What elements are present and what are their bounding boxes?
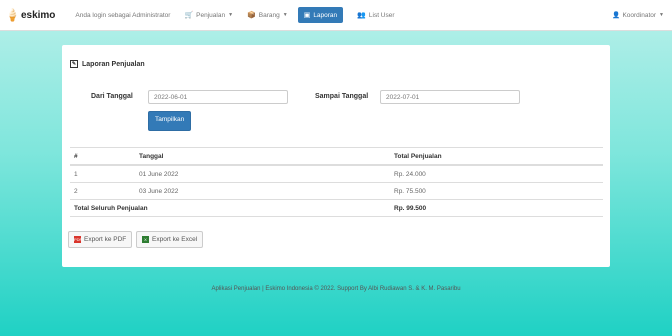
report-panel: ✎ Laporan Penjualan Dari Tanggal Sampai … bbox=[62, 45, 610, 267]
user-name: Koordinator bbox=[622, 11, 657, 19]
navbar: 🍦 eskimo Anda login sebagai Administrato… bbox=[0, 0, 672, 31]
menu-list-user-label: List User bbox=[368, 11, 395, 19]
col-number: # bbox=[70, 147, 135, 166]
menu-penjualan-label: Penjualan bbox=[196, 11, 226, 19]
from-date-label: Dari Tanggal bbox=[91, 93, 133, 100]
users-icon: 👥 bbox=[357, 12, 366, 19]
user-menu[interactable]: 👤 Koordinator ▼ bbox=[612, 11, 664, 20]
chevron-down-icon: ▼ bbox=[228, 12, 234, 18]
menu-laporan[interactable]: ▣ Laporan bbox=[297, 7, 344, 23]
chevron-down-icon: ▼ bbox=[659, 12, 664, 18]
footer-text: Aplikasi Penjualan | Eskimo Indonesia © … bbox=[211, 286, 461, 292]
total-value: Rp. 99.500 bbox=[390, 199, 603, 217]
brand-name: eskimo bbox=[20, 9, 56, 21]
sales-table: # Tanggal Total Penjualan 1 01 June 2022… bbox=[70, 147, 603, 217]
table-row: 2 03 June 2022 Rp. 75.500 bbox=[70, 182, 603, 200]
chevron-down-icon: ▼ bbox=[282, 12, 288, 18]
login-info: Anda login sebagai Administrator bbox=[75, 11, 171, 19]
panel-title: ✎ Laporan Penjualan bbox=[70, 60, 145, 68]
show-button[interactable]: Tampilkan bbox=[148, 111, 192, 131]
report-icon: ✎ bbox=[70, 60, 78, 68]
excel-icon: X bbox=[142, 236, 149, 243]
menu-laporan-label: Laporan bbox=[313, 11, 338, 19]
menu-barang[interactable]: 📦 Barang ▼ bbox=[247, 11, 288, 20]
eskimo-logo-icon: 🍦 bbox=[5, 8, 20, 22]
box-icon: 📦 bbox=[247, 12, 256, 19]
export-pdf-label: Export ke PDF bbox=[84, 236, 127, 243]
from-date-input[interactable] bbox=[148, 90, 288, 104]
user-icon: 👤 bbox=[612, 12, 621, 19]
row-number: 1 bbox=[70, 164, 135, 183]
panel-title-text: Laporan Penjualan bbox=[82, 60, 145, 68]
row-total: Rp. 24.000 bbox=[390, 164, 603, 183]
row-number: 2 bbox=[70, 182, 135, 200]
row-date: 01 June 2022 bbox=[135, 164, 390, 183]
to-date-input[interactable] bbox=[380, 90, 520, 104]
total-label: Total Seluruh Penjualan bbox=[70, 199, 390, 217]
total-row: Total Seluruh Penjualan Rp. 99.500 bbox=[70, 199, 603, 217]
row-date: 03 June 2022 bbox=[135, 182, 390, 200]
table-row: 1 01 June 2022 Rp. 24.000 bbox=[70, 164, 603, 183]
menu-list-user[interactable]: 👥 List User bbox=[357, 11, 395, 20]
col-total: Total Penjualan bbox=[390, 147, 603, 166]
export-pdf-button[interactable]: PDF Export ke PDF bbox=[68, 231, 133, 248]
report-icon: ▣ bbox=[303, 12, 311, 19]
cart-icon: 🛒 bbox=[184, 12, 194, 19]
row-total: Rp. 75.500 bbox=[390, 182, 603, 200]
pdf-icon: PDF bbox=[74, 236, 82, 243]
export-excel-button[interactable]: X Export ke Excel bbox=[136, 231, 204, 248]
export-excel-label: Export ke Excel bbox=[152, 236, 198, 243]
col-tanggal: Tanggal bbox=[135, 147, 390, 166]
to-date-label: Sampai Tanggal bbox=[315, 93, 369, 100]
menu-barang-label: Barang bbox=[258, 11, 280, 19]
table-header-row: # Tanggal Total Penjualan bbox=[70, 147, 603, 166]
brand-logo[interactable]: 🍦 eskimo bbox=[5, 8, 55, 22]
menu-penjualan[interactable]: 🛒 Penjualan ▼ bbox=[184, 11, 234, 20]
